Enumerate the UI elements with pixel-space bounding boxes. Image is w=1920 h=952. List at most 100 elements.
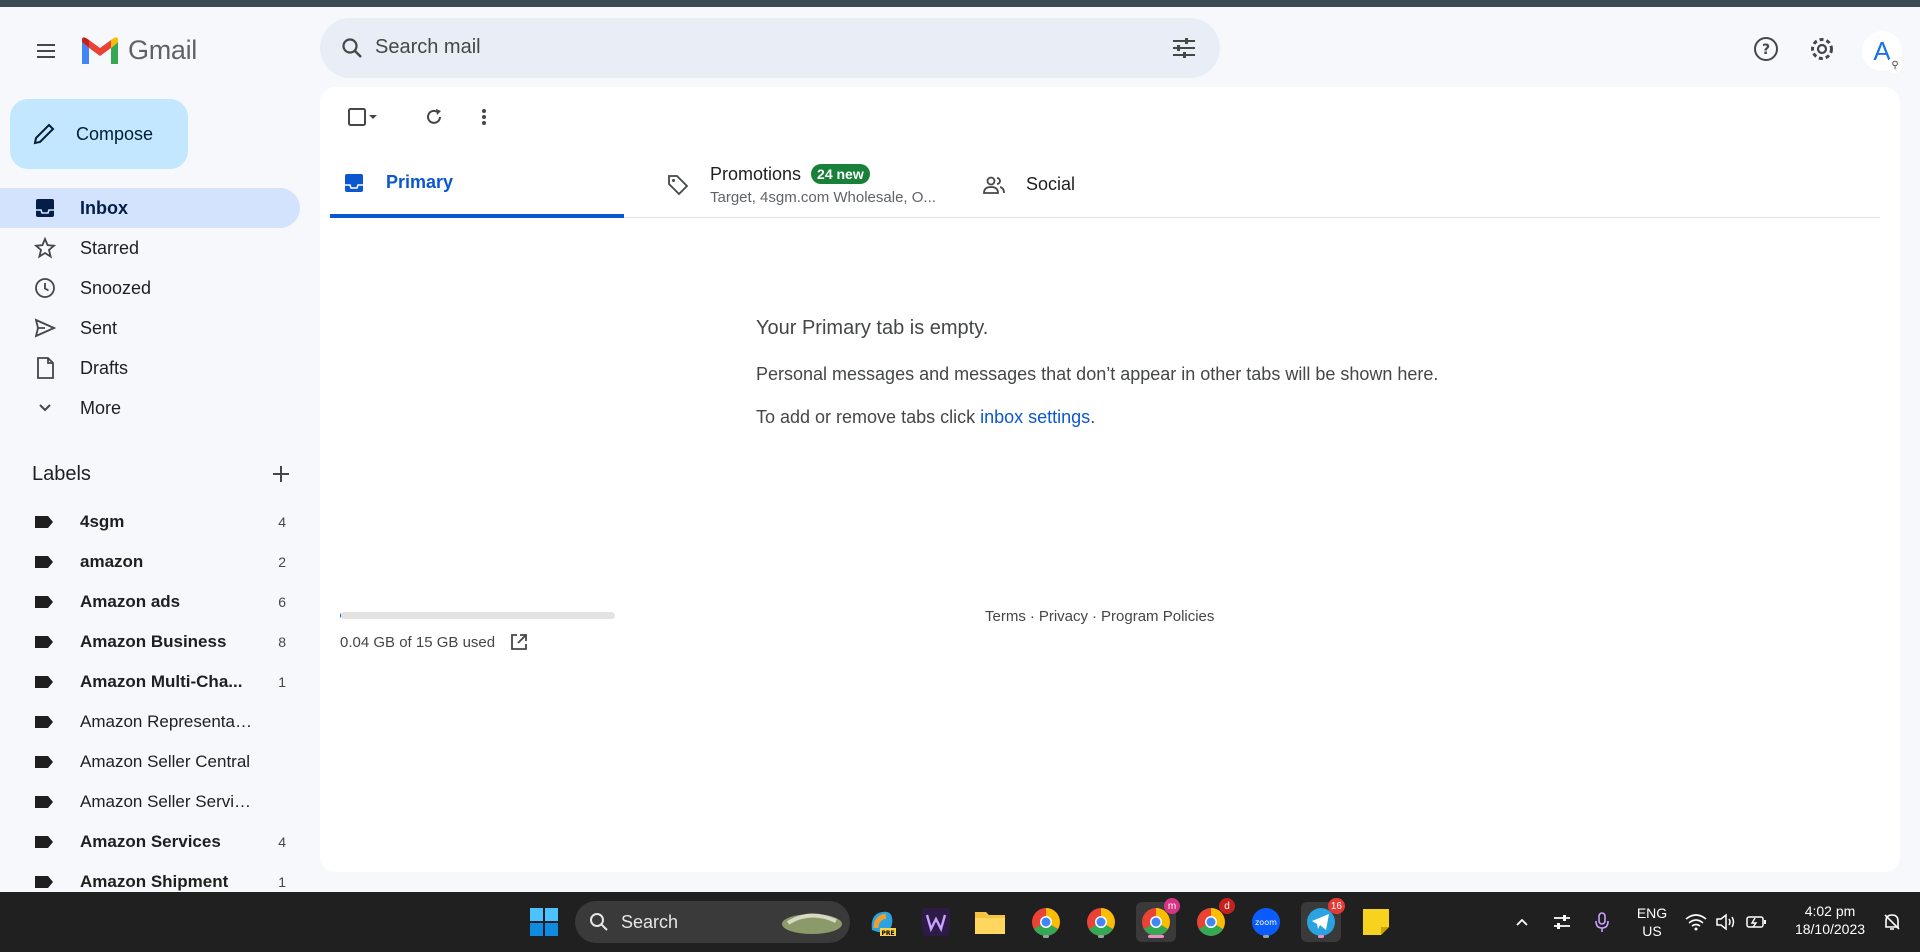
label-item[interactable]: Amazon Shipment 1 (0, 862, 300, 892)
terms-link[interactable]: Terms (985, 608, 1026, 625)
os-taskbar: Search PRE m d zoom 16 ENG US 4:02 pm 18… (0, 892, 1920, 952)
caret-down-icon (369, 115, 377, 119)
tab-promotions[interactable]: Promotions 24 new Target, 4sgm.com Whole… (654, 151, 954, 218)
tab-primary-label: Primary (386, 172, 454, 192)
more-actions-button[interactable] (464, 101, 504, 133)
language-indicator[interactable]: ENG US (1630, 904, 1674, 940)
privacy-link[interactable]: Privacy (1039, 608, 1088, 625)
empty-title: Your Primary tab is empty. (756, 317, 989, 339)
star-icon (32, 235, 58, 261)
nav-item-starred[interactable]: Starred (0, 228, 300, 268)
taskbar-search[interactable]: Search (575, 901, 850, 943)
settings-button[interactable] (1800, 27, 1844, 71)
zoom-icon[interactable]: zoom (1246, 902, 1286, 942)
label-item[interactable]: 4sgm 4 (0, 502, 300, 542)
running-indicator (1263, 935, 1269, 938)
search-options-icon[interactable] (1166, 30, 1202, 66)
tab-social-label: Social (1026, 174, 1076, 194)
sidebar: Compose Inbox Starred Snoozed Sent Draft… (0, 87, 320, 892)
active-indicator (1148, 935, 1164, 938)
label-count: 8 (278, 634, 286, 650)
main-menu-button[interactable] (22, 27, 70, 75)
notification-bell-icon[interactable] (1872, 902, 1912, 942)
nav-item-inbox[interactable]: Inbox (0, 188, 300, 228)
tray-chevron-up-icon[interactable] (1502, 902, 1542, 942)
clock[interactable]: 4:02 pm 18/10/2023 (1780, 902, 1880, 938)
chrome-profile-3-icon[interactable]: m (1136, 898, 1180, 942)
label-name: Amazon Multi-Cha... (80, 672, 243, 691)
label-name: amazon (80, 552, 144, 571)
nav-item-snoozed[interactable]: Snoozed (0, 268, 300, 308)
label-tag-icon (35, 556, 53, 568)
help-icon: ? (1754, 37, 1778, 61)
refresh-button[interactable] (414, 101, 454, 133)
inbox-settings-link[interactable]: inbox settings (980, 407, 1090, 427)
storage-info: 0.04 GB of 15 GB used (340, 632, 529, 652)
label-item[interactable]: Amazon Representative (0, 702, 300, 742)
account-key-icon: ⚲ (1887, 57, 1903, 73)
chrome-profile-1-icon[interactable] (1026, 902, 1066, 942)
label-item[interactable]: Amazon Seller Services (0, 782, 300, 822)
pencil-icon (33, 123, 55, 145)
tab-primary[interactable]: Primary (330, 151, 624, 218)
search-bar[interactable]: Search mail (320, 18, 1220, 78)
label-name: Amazon Business (80, 632, 227, 651)
label-item[interactable]: amazon 2 (0, 542, 300, 582)
tab-social[interactable]: Social (970, 151, 1250, 218)
label-item[interactable]: Amazon Business 8 (0, 622, 300, 662)
add-label-icon[interactable] (270, 463, 292, 485)
nav-label: Starred (80, 237, 140, 258)
label-tag-icon (35, 516, 53, 528)
file-explorer-icon[interactable] (970, 902, 1010, 942)
label-name: 4sgm (80, 512, 125, 531)
nav-label: Sent (80, 317, 118, 338)
tray-settings-sliders-icon[interactable] (1542, 902, 1582, 942)
window-top-strip (0, 0, 1920, 7)
microphone-icon[interactable] (1582, 902, 1622, 942)
search-input[interactable]: Search mail (375, 36, 481, 59)
promotions-senders: Target, 4sgm.com Wholesale, O... (710, 188, 936, 206)
send-icon (32, 315, 58, 341)
nav-label: Drafts (80, 357, 129, 378)
label-name: Amazon Seller Services (80, 792, 255, 811)
label-tag-icon (35, 876, 53, 888)
open-in-new-icon[interactable] (509, 632, 529, 652)
label-name: Amazon Representative (80, 712, 255, 731)
label-count: 1 (278, 674, 286, 690)
labels-title: Labels (32, 462, 91, 485)
compose-button[interactable]: Compose (10, 99, 188, 169)
label-item[interactable]: Amazon Seller Central (0, 742, 300, 782)
telegram-icon[interactable]: 16 (1301, 898, 1345, 942)
winamp-w-icon[interactable] (916, 902, 956, 942)
label-count: 1 (278, 874, 286, 890)
language-code: ENG (1636, 905, 1668, 921)
label-list: 4sgm 4 amazon 2 Amazon ads 6 Amazon Business 8 A… (0, 502, 300, 892)
nav-item-drafts[interactable]: Drafts (0, 348, 300, 388)
storage-text: 0.04 GB of 15 GB used (340, 633, 496, 651)
windows-start-icon[interactable] (524, 902, 564, 942)
select-all-checkbox[interactable] (340, 101, 386, 133)
label-item[interactable]: Amazon Multi-Cha... 1 (0, 662, 300, 702)
gmail-logo[interactable]: Gmail (80, 35, 197, 66)
battery-icon[interactable] (1736, 902, 1776, 942)
search-icon[interactable] (334, 30, 370, 66)
more-vert-icon (482, 109, 486, 125)
label-item[interactable]: Amazon Services 4 (0, 822, 300, 862)
label-count: 6 (278, 594, 286, 610)
nav-item-more[interactable]: More (0, 388, 300, 428)
chrome-profile-2-icon[interactable] (1081, 902, 1121, 942)
program-policies-link[interactable]: Program Policies (1101, 608, 1214, 625)
settings-prefix: To add or remove tabs click (756, 407, 981, 427)
clock-time: 4:02 pm (1804, 903, 1856, 919)
sticky-notes-icon[interactable] (1356, 902, 1396, 942)
label-item[interactable]: Amazon ads 6 (0, 582, 300, 622)
app-header: Gmail Search mail ? A ⚲ (0, 7, 1920, 87)
nav-label: Inbox (80, 197, 128, 218)
help-button[interactable]: ? (1744, 27, 1788, 71)
nav-item-sent[interactable]: Sent (0, 308, 300, 348)
copilot-icon[interactable]: PRE (862, 902, 902, 942)
chrome-profile-4-icon[interactable]: d (1191, 898, 1235, 942)
mail-toolbar (340, 101, 504, 133)
nav-list: Inbox Starred Snoozed Sent Drafts More (0, 188, 300, 428)
app-name: Gmail (128, 35, 198, 65)
